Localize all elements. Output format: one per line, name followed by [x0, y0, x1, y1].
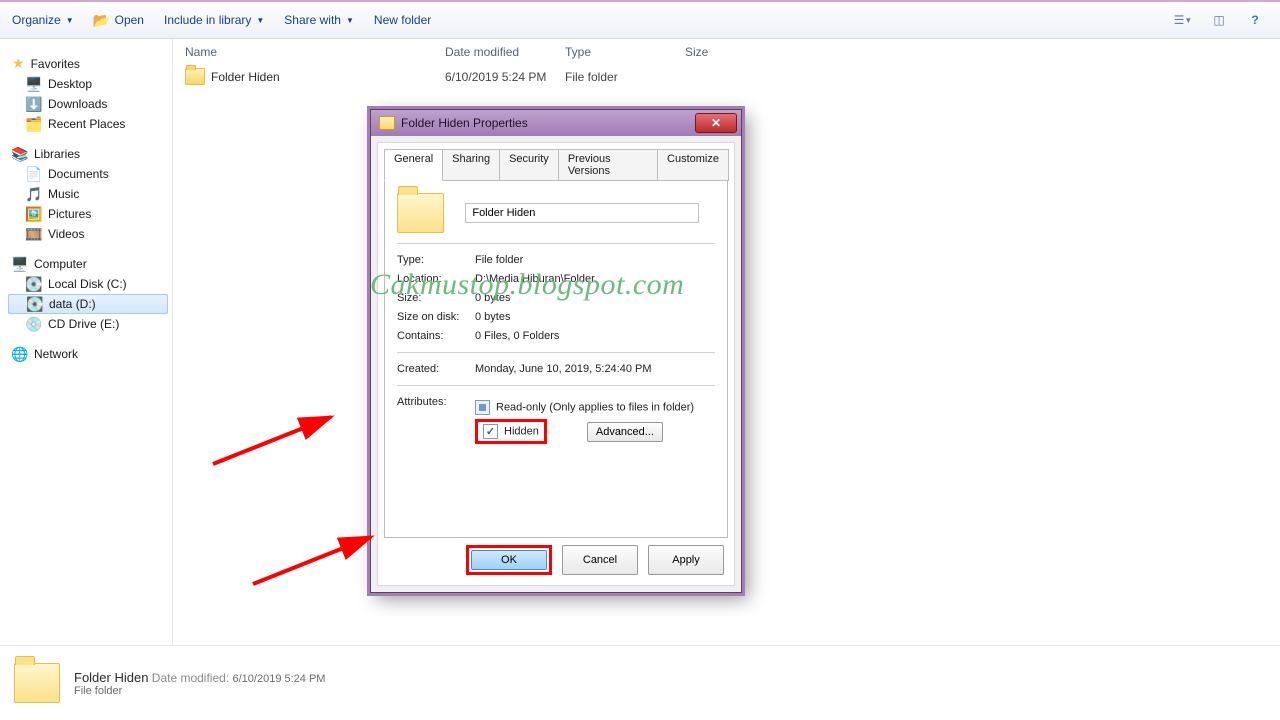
column-headers[interactable]: Name Date modified Type Size	[173, 39, 1280, 65]
details-dm-label: Date modified:	[152, 671, 229, 685]
advanced-button[interactable]: Advanced...	[587, 422, 663, 442]
documents-icon: 📄	[26, 166, 42, 182]
include-library-menu[interactable]: Include in library▼	[164, 13, 264, 27]
nav-pane: ★Favorites 🖥️Desktop ⬇️Downloads 🗂️Recen…	[0, 39, 172, 653]
folder-icon	[185, 68, 205, 85]
hidden-label: Hidden	[504, 425, 539, 437]
label-location: Location:	[397, 273, 475, 285]
nav-drive-d[interactable]: 💽data (D:)	[8, 294, 168, 314]
ok-highlight: OK	[466, 545, 552, 575]
help-icon[interactable]: ?	[1242, 10, 1268, 30]
annotation-arrow	[213, 409, 343, 472]
details-type: File folder	[74, 685, 325, 697]
music-icon: 🎵	[26, 186, 42, 202]
tab-strip: General Sharing Security Previous Versio…	[378, 143, 734, 181]
star-icon: ★	[12, 55, 25, 72]
nav-desktop[interactable]: 🖥️Desktop	[8, 74, 168, 94]
nav-documents[interactable]: 📄Documents	[8, 164, 168, 184]
tab-sharing[interactable]: Sharing	[442, 149, 500, 181]
apply-button[interactable]: Apply	[648, 545, 724, 575]
value-size: 0 bytes	[475, 292, 510, 304]
col-name[interactable]: Name	[185, 45, 445, 59]
dialog-title: Folder Hiden Properties	[401, 116, 528, 130]
readonly-checkbox[interactable]	[475, 400, 490, 415]
nav-recent[interactable]: 🗂️Recent Places	[8, 114, 168, 134]
folder-open-icon: 📂	[94, 12, 110, 28]
preview-pane-icon[interactable]: ◫	[1206, 10, 1232, 30]
nav-videos[interactable]: 🎞️Videos	[8, 224, 168, 244]
value-location: D:\Media Hiburan\Folder	[475, 273, 595, 285]
view-options-icon[interactable]: ☰ ▼	[1170, 10, 1196, 30]
properties-dialog: Folder Hiden Properties ✕ General Sharin…	[370, 109, 742, 593]
file-row[interactable]: Folder Hiden 6/10/2019 5:24 PM File fold…	[173, 65, 1280, 88]
readonly-label: Read-only (Only applies to files in fold…	[496, 401, 694, 413]
recent-icon: 🗂️	[26, 116, 42, 132]
desktop-icon: 🖥️	[26, 76, 42, 92]
tab-customize[interactable]: Customize	[657, 149, 729, 181]
close-button[interactable]: ✕	[695, 113, 737, 133]
value-created: Monday, June 10, 2019, 5:24:40 PM	[475, 363, 652, 375]
organize-menu[interactable]: Organize▼	[12, 13, 74, 27]
tab-general[interactable]: General	[384, 149, 443, 181]
computer-header[interactable]: 🖥️Computer	[8, 254, 168, 274]
folder-large-icon	[397, 193, 444, 233]
label-type: Type:	[397, 254, 475, 266]
cancel-button[interactable]: Cancel	[562, 545, 638, 575]
nav-downloads[interactable]: ⬇️Downloads	[8, 94, 168, 114]
pictures-icon: 🖼️	[26, 206, 42, 222]
file-name: Folder Hiden	[211, 70, 280, 84]
label-created: Created:	[397, 363, 475, 375]
folder-icon	[379, 116, 395, 130]
videos-icon: 🎞️	[26, 226, 42, 242]
downloads-icon: ⬇️	[26, 96, 42, 112]
details-pane: Folder Hiden Date modified: 6/10/2019 5:…	[0, 645, 1280, 720]
col-date[interactable]: Date modified	[445, 45, 565, 59]
explorer-toolbar: Organize▼ 📂Open Include in library▼ Shar…	[0, 0, 1280, 39]
dialog-titlebar[interactable]: Folder Hiden Properties ✕	[371, 110, 741, 136]
folder-large-icon	[14, 663, 60, 703]
library-icon: 📚	[12, 146, 28, 162]
value-size-on-disk: 0 bytes	[475, 311, 510, 323]
label-contains: Contains:	[397, 330, 475, 342]
label-size: Size:	[397, 292, 475, 304]
folder-name-input[interactable]	[465, 203, 699, 223]
value-type: File folder	[475, 254, 523, 266]
computer-icon: 🖥️	[12, 256, 28, 272]
share-with-menu[interactable]: Share with▼	[284, 13, 354, 27]
hidden-highlight: Hidden	[475, 419, 547, 444]
col-type[interactable]: Type	[565, 45, 685, 59]
drive-icon: 💽	[27, 296, 43, 312]
annotation-arrow	[253, 529, 383, 592]
value-contains: 0 Files, 0 Folders	[475, 330, 559, 342]
open-button[interactable]: 📂Open	[94, 12, 144, 28]
file-date: 6/10/2019 5:24 PM	[445, 70, 565, 84]
new-folder-button[interactable]: New folder	[374, 13, 431, 27]
favorites-header[interactable]: ★Favorites	[8, 53, 168, 74]
network-icon: 🌐	[12, 346, 28, 362]
dialog-buttons: OK Cancel Apply	[378, 545, 734, 585]
tab-security[interactable]: Security	[499, 149, 559, 181]
details-name: Folder Hiden	[74, 670, 148, 685]
label-size-on-disk: Size on disk:	[397, 311, 475, 323]
details-dm-value: 6/10/2019 5:24 PM	[233, 673, 326, 685]
nav-music[interactable]: 🎵Music	[8, 184, 168, 204]
tab-previous-versions[interactable]: Previous Versions	[558, 149, 658, 181]
ok-button[interactable]: OK	[471, 550, 547, 570]
file-list: Name Date modified Type Size Folder Hide…	[172, 39, 1280, 653]
cd-icon: 💿	[26, 316, 42, 332]
file-type: File folder	[565, 70, 685, 84]
label-attributes: Attributes:	[397, 396, 475, 408]
hidden-checkbox[interactable]	[483, 424, 498, 439]
nav-pictures[interactable]: 🖼️Pictures	[8, 204, 168, 224]
libraries-header[interactable]: 📚Libraries	[8, 144, 168, 164]
nav-drive-c[interactable]: 💽Local Disk (C:)	[8, 274, 168, 294]
nav-drive-e[interactable]: 💿CD Drive (E:)	[8, 314, 168, 334]
network-header[interactable]: 🌐Network	[8, 344, 168, 364]
col-size[interactable]: Size	[685, 45, 765, 59]
drive-icon: 💽	[26, 276, 42, 292]
